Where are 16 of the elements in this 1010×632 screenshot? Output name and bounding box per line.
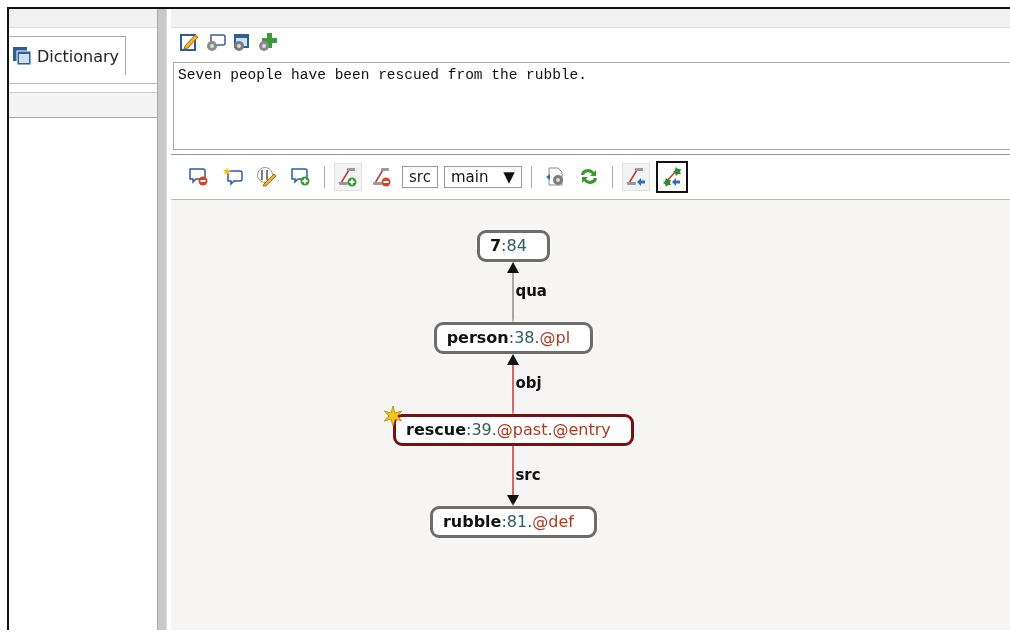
dictionary-tab[interactable]: Dictionary bbox=[9, 36, 127, 75]
graph-node[interactable]: rubble:81.@def bbox=[429, 506, 597, 538]
sentence-field[interactable]: Seven people have been rescued from the rubble. bbox=[173, 62, 1010, 150]
graph-node[interactable]: 7:84 bbox=[476, 230, 550, 262]
graph-node[interactable]: person:38.@pl bbox=[433, 322, 594, 354]
bubble-gear-icon[interactable] bbox=[205, 32, 227, 54]
plus-gear-icon[interactable] bbox=[257, 32, 279, 54]
relation-field[interactable]: src bbox=[402, 166, 438, 188]
layer-dropdown[interactable]: main ▼ bbox=[443, 166, 522, 188]
window-icon bbox=[12, 46, 32, 66]
edge-label: obj bbox=[515, 374, 542, 392]
edge-label: src bbox=[515, 466, 541, 484]
edit-icon[interactable] bbox=[179, 32, 201, 54]
edge-plus-icon[interactable] bbox=[334, 163, 362, 191]
edge-label: qua bbox=[515, 282, 547, 300]
graph-node[interactable]: rescue:39.@past.@entry bbox=[393, 414, 634, 446]
